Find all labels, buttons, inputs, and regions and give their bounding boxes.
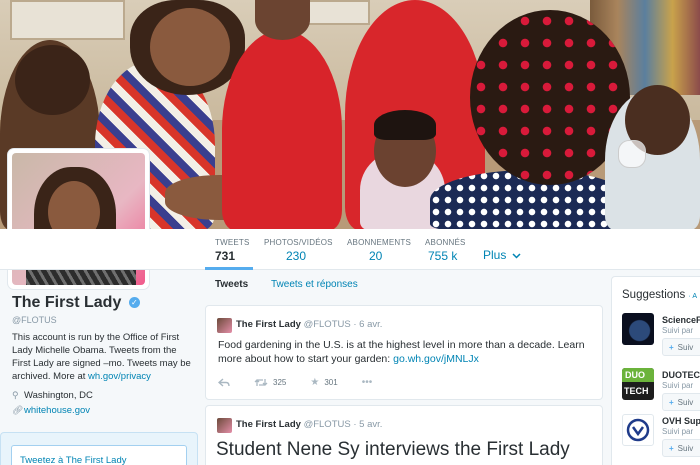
- tweet-actions: 325 ★ 301 •••: [218, 377, 401, 388]
- tweet-card[interactable]: The First Lady @FLOTUS · 6 avr. Food gar…: [205, 305, 603, 400]
- nav-photos-label: PHOTOS/VIDÉOS: [264, 238, 333, 247]
- profile-website: 🔗︎ whitehouse.gov: [12, 405, 192, 416]
- follow-button[interactable]: + Suiv: [662, 338, 700, 356]
- tweet-text: Food gardening in the U.S. is at the hig…: [218, 338, 594, 366]
- nav-photos-count: 230: [286, 249, 307, 263]
- suggestion-name[interactable]: DUOTEC: [662, 370, 700, 380]
- follow-button[interactable]: + Suiv: [662, 393, 700, 411]
- profile-website-link[interactable]: whitehouse.gov: [24, 405, 90, 416]
- tweet-headline: Student Nene Sy interviews the First Lad…: [216, 439, 570, 460]
- tweet-header: The First Lady @FLOTUS · 5 avr.: [236, 419, 382, 430]
- suggestion-item[interactable]: DUO TECH DUOTEC Suivi par + Suiv: [622, 368, 700, 418]
- first-lady-face: [150, 8, 230, 86]
- tweet-date[interactable]: · 6 avr.: [353, 319, 382, 330]
- favorite-count: 301: [324, 378, 338, 387]
- nav-tweets[interactable]: TWEETS 731: [205, 229, 253, 270]
- follow-button[interactable]: + Suiv: [662, 439, 700, 457]
- tweet-author-name[interactable]: The First Lady: [236, 319, 301, 330]
- retweet-icon: [254, 379, 268, 386]
- nav-following-count: 20: [369, 249, 383, 263]
- nav-followers-label: ABONNÉS: [425, 238, 466, 247]
- profile-card: The First Lady ✓ @FLOTUS This account is…: [12, 294, 192, 416]
- earth-icon: [622, 313, 654, 345]
- profile-location: ⚲ Washington, DC: [12, 390, 192, 401]
- tab-tweets[interactable]: Tweets: [215, 279, 248, 290]
- suggestion-followed-by: Suivi par: [662, 427, 694, 436]
- tweet-header: The First Lady @FLOTUS · 6 avr.: [236, 319, 382, 330]
- suggestions-panel: Suggestions · A ScienceF Suivi par + Suiv…: [611, 276, 700, 465]
- tab-tweets-replies[interactable]: Tweets et réponses: [271, 279, 358, 290]
- follow-button-label: Suiv: [677, 343, 694, 352]
- duotech-logo: DUO TECH: [622, 368, 654, 400]
- more-actions-button[interactable]: •••: [362, 377, 378, 388]
- tweet-author-handle[interactable]: @FLOTUS: [304, 419, 351, 430]
- drinking-cup: [618, 140, 646, 168]
- follow-button-label: Suiv: [677, 398, 694, 407]
- nav-more-label: Plus: [483, 248, 507, 262]
- tweet-to-box: Tweetez à The First Lady: [0, 432, 198, 465]
- boy-left-head: [15, 45, 90, 115]
- profile-name[interactable]: The First Lady: [12, 294, 121, 311]
- timeline-tabs: Tweets Tweets et réponses: [205, 270, 605, 300]
- profile-bio: This account is run by the Office of Fir…: [12, 331, 192, 383]
- nav-followers[interactable]: ABONNÉS 755 k: [425, 229, 470, 270]
- nav-tweets-count: 731: [215, 249, 236, 263]
- nav-more-button[interactable]: Plus: [483, 248, 521, 262]
- location-pin-icon: ⚲: [12, 390, 19, 400]
- reply-icon: [218, 378, 230, 387]
- nav-following-label: ABONNEMENTS: [347, 238, 411, 247]
- chevron-down-icon: [512, 253, 521, 259]
- nav-tweets-label: TWEETS: [215, 238, 250, 247]
- bio-privacy-link[interactable]: wh.gov/privacy: [88, 371, 151, 382]
- suggestion-name[interactable]: ScienceF: [662, 315, 700, 325]
- retweet-count: 325: [273, 378, 287, 387]
- adult-red-shirt-1-head: [255, 0, 310, 40]
- suggestions-refresh-link[interactable]: · A: [689, 293, 698, 300]
- ovh-shield-icon: [626, 418, 650, 442]
- more-dots-icon: •••: [361, 377, 373, 388]
- suggestions-title: Suggestions · A: [622, 289, 697, 301]
- follow-plus-icon: +: [669, 444, 674, 453]
- tweet-avatar[interactable]: [217, 418, 232, 433]
- reply-button[interactable]: [218, 378, 230, 387]
- tweet-card[interactable]: The First Lady @FLOTUS · 5 avr. Student …: [205, 405, 603, 465]
- retweet-button[interactable]: 325: [254, 378, 286, 387]
- wall-picture-shelf: [10, 0, 125, 40]
- link-icon: 🔗︎: [12, 405, 24, 415]
- favorite-button[interactable]: ★ 301: [310, 377, 337, 388]
- suggestion-followed-by: Suivi par: [662, 326, 694, 335]
- tweet-avatar[interactable]: [217, 318, 232, 333]
- nav-following[interactable]: ABONNEMENTS 20: [347, 229, 411, 270]
- ovh-logo: [622, 414, 654, 446]
- tweet-to-input[interactable]: Tweetez à The First Lady: [11, 445, 187, 465]
- verified-badge-icon: ✓: [128, 297, 140, 308]
- suggestion-name[interactable]: OVH Sup: [662, 416, 700, 426]
- duotech-logo-bottom: TECH: [624, 386, 649, 396]
- tweet-author-name[interactable]: The First Lady: [236, 419, 301, 430]
- suggestion-item[interactable]: OVH Sup Suivi par + Suiv: [622, 414, 700, 464]
- profile-handle[interactable]: @FLOTUS: [12, 315, 192, 325]
- wall-picture: [300, 0, 370, 25]
- duotech-logo-top: DUO: [622, 368, 654, 382]
- girl-hair: [374, 110, 436, 140]
- tweet-date[interactable]: · 5 avr.: [353, 419, 382, 430]
- tweet-author-handle[interactable]: @FLOTUS: [304, 319, 351, 330]
- follow-plus-icon: +: [669, 398, 674, 407]
- nav-photos[interactable]: PHOTOS/VIDÉOS 230: [264, 229, 334, 270]
- suggestion-item[interactable]: ScienceF Suivi par + Suiv: [622, 313, 700, 363]
- follow-button-label: Suiv: [677, 444, 694, 453]
- star-icon: ★: [310, 377, 320, 388]
- profile-location-text: Washington, DC: [24, 390, 93, 401]
- adult-red-shirt-1: [222, 30, 342, 229]
- follow-plus-icon: +: [669, 343, 674, 352]
- tweet-link[interactable]: go.wh.gov/jMNLJx: [393, 353, 479, 365]
- profile-nav: TWEETS 731 PHOTOS/VIDÉOS 230 ABONNEMENTS…: [0, 229, 700, 270]
- nav-followers-count: 755 k: [428, 249, 458, 263]
- suggestions-title-text: Suggestions: [622, 289, 686, 301]
- suggestion-followed-by: Suivi par: [662, 381, 694, 390]
